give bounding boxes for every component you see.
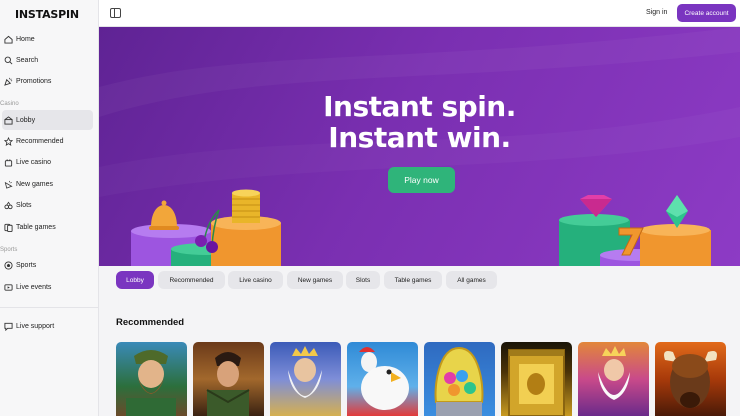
game-tile[interactable] (655, 342, 726, 416)
sidebar-item-label: Live support (16, 322, 55, 330)
sidebar: INSTASPIN Home Search Promotions Casino … (0, 0, 99, 416)
game-artwork-zeus (288, 346, 322, 398)
sidebar-item-label: Recommended (16, 137, 64, 145)
logo[interactable]: INSTASPIN (15, 8, 79, 21)
sidebar-item-label: New games (16, 180, 53, 188)
sidebar-item-new-games[interactable]: New games (2, 174, 93, 194)
sidebar-item-label: Promotions (16, 77, 52, 85)
sidebar-toggle-icon[interactable] (110, 8, 121, 18)
create-account-button[interactable]: Create account (677, 4, 736, 22)
top-bar: Sign in Create account (99, 0, 740, 27)
search-icon (3, 55, 13, 65)
tab-slots[interactable]: Slots (346, 271, 380, 289)
section-label-casino: Casino (0, 101, 19, 107)
sign-in-link[interactable]: Sign in (646, 9, 667, 16)
game-artwork-temple (508, 349, 565, 416)
game-tile[interactable] (347, 342, 418, 416)
game-artwork-adventurer (206, 352, 250, 416)
sidebar-item-label: Table games (16, 223, 56, 231)
recommended-section-title: Recommended (116, 317, 185, 328)
tab-new-games[interactable]: New games (287, 271, 343, 289)
table-games-icon (3, 222, 13, 232)
sidebar-item-label: Slots (16, 201, 32, 209)
game-artwork-god (598, 346, 630, 400)
sidebar-item-promotions[interactable]: Promotions (2, 71, 93, 91)
game-artwork-egg (434, 346, 484, 416)
tab-all-games[interactable]: All games (446, 271, 497, 289)
hero-title-line-1: Instant spin. (323, 90, 516, 123)
sidebar-item-table-games[interactable]: Table games (2, 217, 93, 237)
sidebar-item-lobby[interactable]: Lobby (2, 110, 93, 130)
sidebar-item-search[interactable]: Search (2, 50, 93, 70)
promotions-icon (3, 76, 13, 86)
hero-title: Instant spin. Instant win. (99, 91, 740, 153)
app: INSTASPIN Home Search Promotions Casino … (0, 0, 740, 416)
sidebar-item-label: Lobby (16, 116, 36, 124)
tab-table-games[interactable]: Table games (384, 271, 442, 289)
sidebar-item-live-events[interactable]: Live events (2, 277, 93, 297)
recommended-icon (3, 136, 13, 146)
game-tile[interactable] (501, 342, 572, 416)
section-label-sports: Sports (0, 247, 18, 253)
game-tile[interactable] (270, 342, 341, 416)
sidebar-item-live-support[interactable]: Live support (2, 316, 93, 336)
sidebar-item-recommended[interactable]: Recommended (2, 131, 93, 151)
live-casino-icon (3, 157, 13, 167)
game-tile[interactable] (424, 342, 495, 416)
sports-icon (3, 260, 13, 270)
sidebar-item-sports[interactable]: Sports (2, 255, 93, 275)
new-games-icon (3, 179, 13, 189)
sidebar-item-label: Home (16, 35, 35, 43)
sidebar-item-label: Search (16, 56, 39, 64)
live-events-icon (3, 282, 13, 292)
lobby-icon (3, 115, 13, 125)
live-support-icon (3, 321, 13, 331)
tab-lobby[interactable]: Lobby (116, 271, 154, 289)
hero-banner: Instant spin. Instant win. Play now (99, 27, 740, 266)
hero-title-line-2: Instant win. (328, 121, 511, 154)
game-artwork-chicken (359, 347, 409, 410)
tab-live-casino[interactable]: Live casino (228, 271, 283, 289)
play-now-button[interactable]: Play now (388, 167, 455, 193)
game-tile[interactable] (193, 342, 264, 416)
sidebar-item-label: Sports (16, 261, 37, 269)
sidebar-item-label: Live events (16, 283, 52, 291)
game-tile[interactable] (578, 342, 649, 416)
sidebar-item-label: Live casino (16, 158, 52, 166)
sidebar-item-home[interactable]: Home (2, 29, 93, 49)
sidebar-item-slots[interactable]: Slots (2, 195, 93, 215)
game-artwork-lumberjack (126, 350, 176, 416)
home-icon (3, 34, 13, 44)
slots-icon (3, 200, 13, 210)
game-tile[interactable] (116, 342, 187, 416)
tab-recommended[interactable]: Recommended (158, 271, 225, 289)
sidebar-item-live-casino[interactable]: Live casino (2, 152, 93, 172)
game-artwork-buffalo (664, 351, 717, 408)
sidebar-divider (0, 307, 99, 308)
